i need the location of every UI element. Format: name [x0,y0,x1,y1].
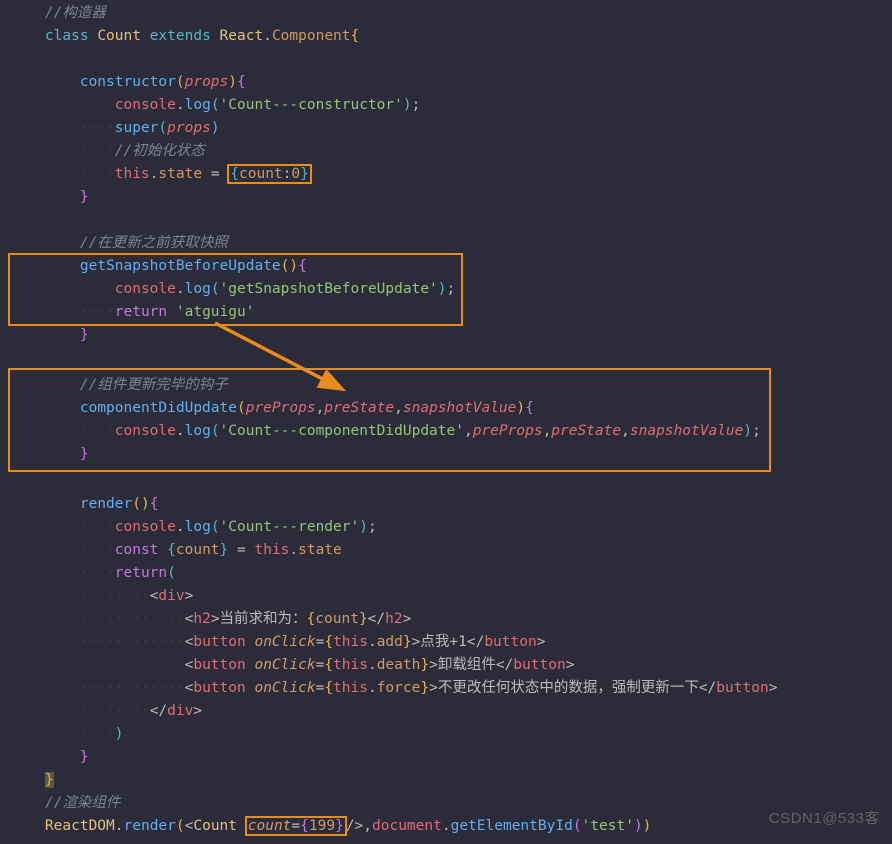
highlight-getSnapshot: getSnapshotBeforeUpdate(){ ····console.l… [10,255,461,324]
watermark: CSDN1@533客 [769,807,880,830]
comment-top: //构造器 [45,5,106,21]
highlight-initial-state: {count:0} [228,165,311,183]
code-editor: //构造器 class Count extends React.Componen… [0,0,892,838]
highlight-count-prop: count={199} [246,817,346,835]
highlight-didUpdate: //组件更新完毕的钩子 componentDidUpdate(preProps,… [10,370,769,470]
